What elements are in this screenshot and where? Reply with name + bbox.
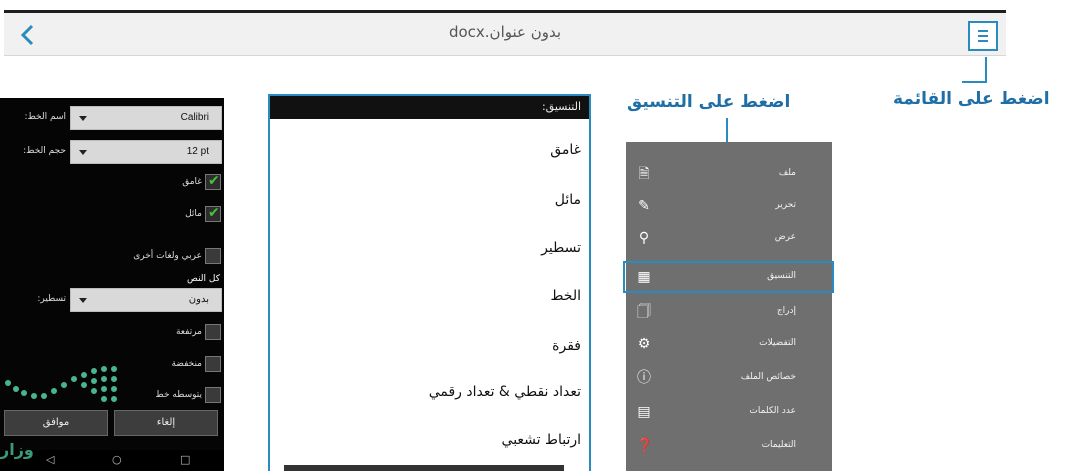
menu-item-label: عدد الكلمات <box>749 406 796 416</box>
menu-item-label: خصائص الملف <box>740 372 796 382</box>
strike-checkbox[interactable] <box>205 387 221 403</box>
menu-button[interactable] <box>968 21 998 51</box>
menu-item-label: تحرير <box>775 200 796 210</box>
lowered-checkbox[interactable] <box>205 356 221 372</box>
menu-item-label: ملف <box>778 168 796 178</box>
recents-square-icon[interactable]: □ <box>180 454 190 466</box>
format-item-italic[interactable]: مائل <box>555 192 581 208</box>
menu-item-file[interactable]: 🗎 ملف <box>626 158 832 190</box>
font-dialog: Calibri اسم الخط: 12 pt حجم الخط: غامق م… <box>0 98 224 471</box>
insert-icon: 🗍 <box>637 304 651 320</box>
underline-label: تسطير: <box>37 294 66 304</box>
cancel-button[interactable]: إلغاء <box>114 410 218 436</box>
menu-item-label: إدراج <box>776 306 796 316</box>
raised-checkbox-label: مرتفعة <box>175 327 202 337</box>
format-item-hyperlink[interactable]: ارتباط تشعبي <box>502 432 581 448</box>
file-icon: 🗎 <box>638 166 650 182</box>
format-item-paragraph[interactable]: فقرة <box>552 338 581 354</box>
font-name-value: Calibri <box>180 112 209 123</box>
hamburger-icon-line <box>978 35 988 37</box>
back-triangle-icon[interactable]: ◁ <box>46 454 54 466</box>
hamburger-icon-line <box>978 40 988 42</box>
menu-item-preferences[interactable]: ⚙ التفضيلات <box>626 328 832 360</box>
format-submenu-header: التنسيق: <box>270 96 589 119</box>
font-name-label: اسم الخط: <box>24 112 66 122</box>
info-icon: ⓘ <box>637 370 651 386</box>
arabic-other-checkbox[interactable] <box>205 248 221 264</box>
menu-item-file-properties[interactable]: ⓘ خصائص الملف <box>626 362 832 394</box>
home-circle-icon[interactable]: ○ <box>112 454 122 466</box>
italic-checkbox-label: مائل <box>185 209 202 219</box>
menu-callout-leader-h <box>962 81 987 83</box>
dropdown-arrow-icon <box>79 298 87 303</box>
raised-checkbox[interactable] <box>205 324 221 340</box>
underline-dropdown[interactable]: بدون <box>70 288 222 312</box>
font-name-dropdown[interactable]: Calibri <box>70 106 222 130</box>
bold-checkbox-label: غامق <box>182 177 202 187</box>
help-icon: ❓ <box>636 438 654 454</box>
font-size-dropdown[interactable]: 12 pt <box>70 140 222 164</box>
gear-icon: ⚙ <box>637 336 651 352</box>
menu-item-label: التفضيلات <box>759 338 796 348</box>
pencil-icon: ✎ <box>638 198 650 214</box>
all-text-section-label: كل النص <box>187 274 220 284</box>
format-item-highlight <box>623 261 834 293</box>
format-submenu: التنسيق: غامق مائل تسطير الخط فقرة تعداد… <box>268 94 591 471</box>
menu-item-view[interactable]: ⚲ عرض <box>626 222 832 254</box>
format-item-underline[interactable]: تسطير <box>541 240 581 256</box>
document-toolbar: بدون عنوان.docx <box>4 10 1006 56</box>
format-item-bullets-numbering[interactable]: تعداد نقطي & تعداد رقمي <box>429 384 581 400</box>
press-menu-callout: اضغط على القائمة <box>893 89 1050 109</box>
menu-item-label: عرض <box>774 232 796 242</box>
hamburger-icon <box>978 30 988 32</box>
lowered-checkbox-label: منخفضة <box>171 359 202 369</box>
arabic-other-checkbox-label: عربي ولغات أخرى <box>133 251 202 261</box>
ok-button[interactable]: موافق <box>4 410 108 436</box>
format-item-font[interactable]: الخط <box>551 288 581 304</box>
bold-checkbox[interactable] <box>205 173 221 190</box>
dropdown-arrow-icon <box>79 116 87 121</box>
press-format-callout: اضغط على التنسيق <box>627 92 791 112</box>
menu-item-label: التعليمات <box>761 440 796 450</box>
underline-value: بدون <box>188 294 209 305</box>
italic-checkbox[interactable] <box>205 205 221 222</box>
dropdown-arrow-icon <box>79 150 87 155</box>
document-title: بدون عنوان.docx <box>448 23 562 41</box>
font-size-value: 12 pt <box>186 146 209 157</box>
format-item-bold[interactable]: غامق <box>550 142 581 158</box>
font-size-label: حجم الخط: <box>23 146 66 156</box>
ministry-logo-dots-icon <box>5 366 117 402</box>
app-menu: 🗎 ملف ✎ تحرير ⚲ عرض ▦ التنسيق 🗍 إدراج ⚙ … <box>626 142 832 471</box>
watermark-text: وزار <box>0 440 34 459</box>
menu-item-help[interactable]: ❓ التعليمات <box>626 430 832 462</box>
menu-item-insert[interactable]: 🗍 إدراج <box>626 296 832 328</box>
menu-callout-leader <box>985 57 987 81</box>
word-count-icon: ▤ <box>637 404 651 420</box>
menu-item-word-count[interactable]: ▤ عدد الكلمات <box>626 396 832 428</box>
magnifier-icon: ⚲ <box>638 230 650 246</box>
format-submenu-bottom-bar <box>284 465 564 471</box>
strike-checkbox-label: يتوسطه خط <box>155 390 202 400</box>
menu-item-edit[interactable]: ✎ تحرير <box>626 190 832 222</box>
